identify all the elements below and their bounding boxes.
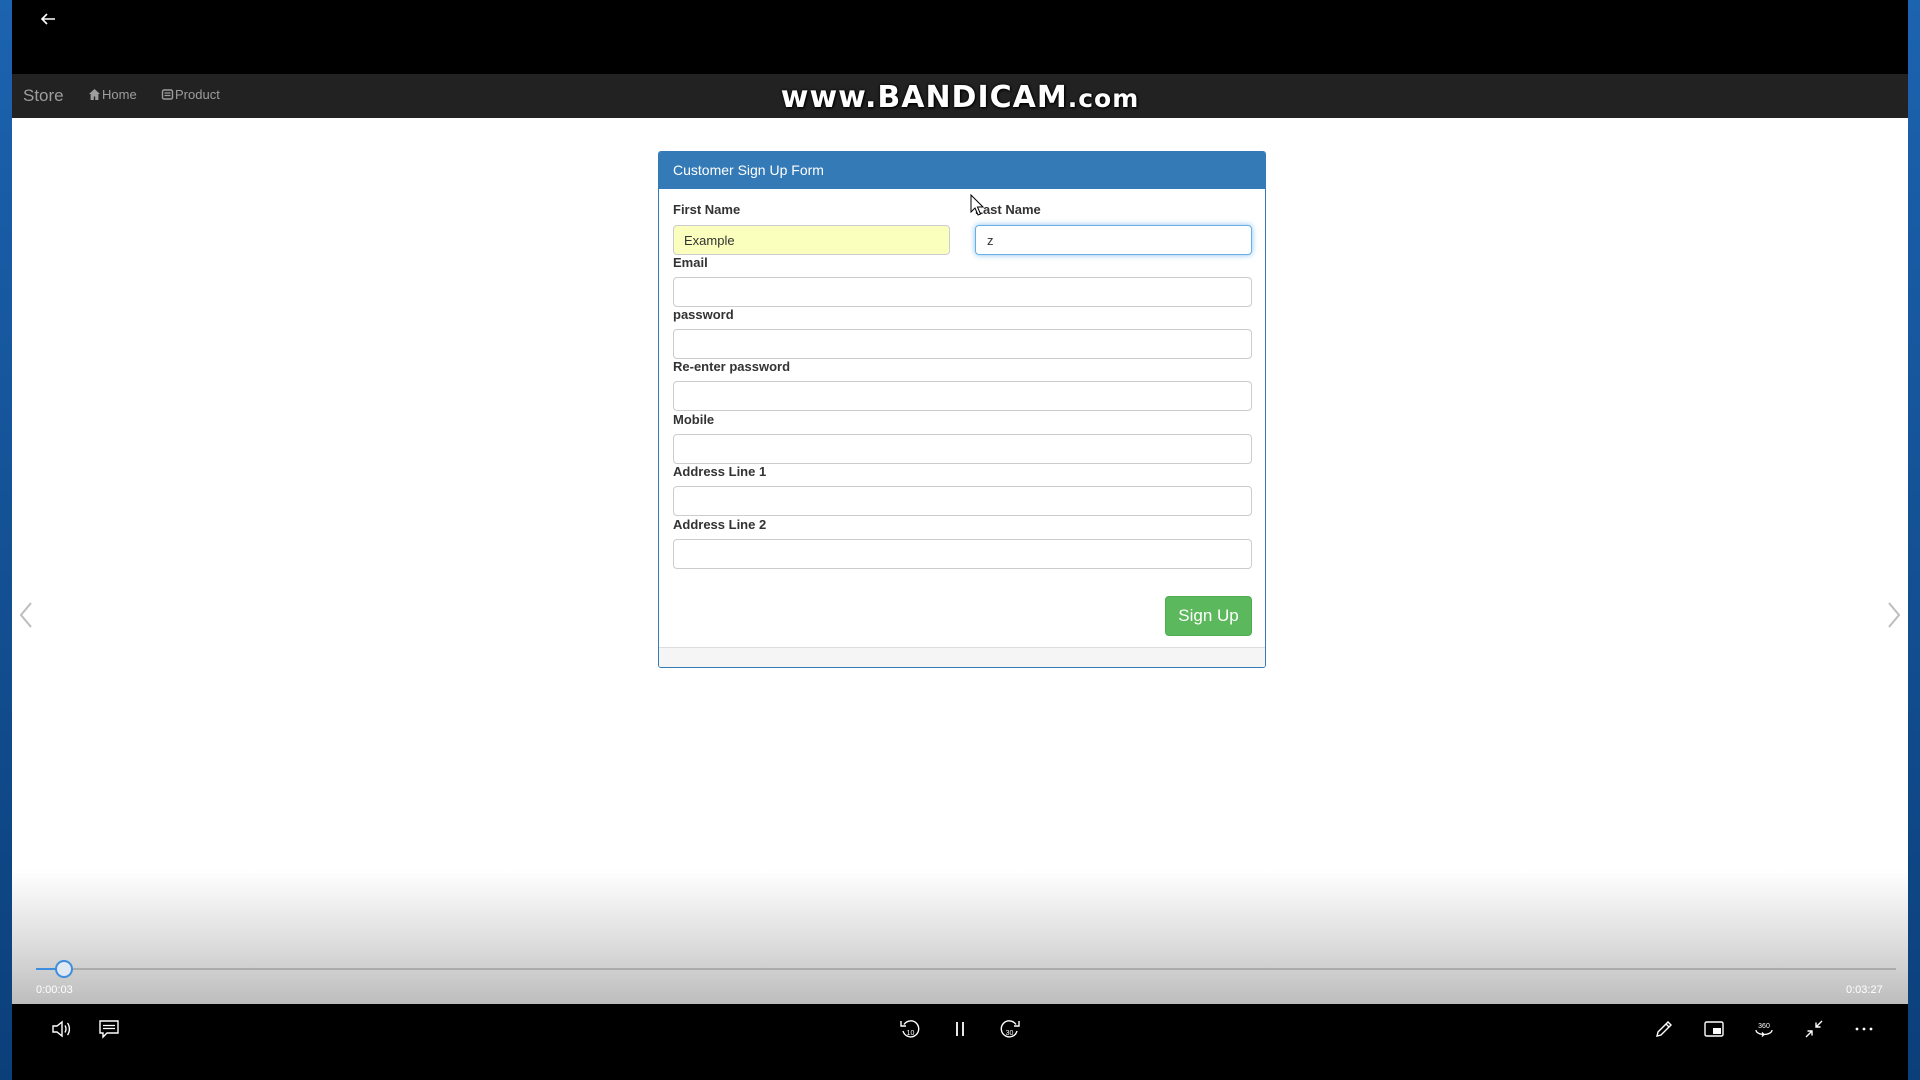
rewind-icon: 10: [900, 1020, 920, 1038]
view360-icon: 360: [1755, 1023, 1773, 1037]
more-icon: [1855, 1027, 1873, 1031]
panel-title: Customer Sign Up Form: [659, 152, 1265, 189]
subtitles-button[interactable]: [91, 1014, 127, 1044]
volume-button[interactable]: [43, 1014, 79, 1044]
pen-icon: [1656, 1021, 1672, 1037]
navbar-brand[interactable]: Store: [23, 86, 64, 106]
video-frame[interactable]: Store Home Product www.BANDICAM.com Cust…: [12, 74, 1908, 1004]
nav-link-home[interactable]: Home: [88, 87, 137, 102]
subtitles-icon: [99, 1020, 119, 1039]
rewind-button[interactable]: 10: [892, 1014, 928, 1044]
total-time: 0:03:27: [1846, 984, 1883, 996]
first-name-label: First Name: [673, 202, 741, 217]
edit-button[interactable]: [1646, 1014, 1682, 1044]
forward-amount: 30: [1006, 1030, 1014, 1037]
miniview-icon: [1704, 1021, 1724, 1037]
signup-panel: Customer Sign Up Form First Name Last Na…: [658, 151, 1266, 668]
view360-label: 360: [1758, 1023, 1770, 1030]
forward-button[interactable]: 30: [992, 1014, 1028, 1044]
nav-link-product-label: Product: [175, 87, 220, 102]
last-name-label: Last Name: [975, 202, 1041, 217]
pause-icon: [956, 1022, 964, 1036]
email-label: Email: [673, 255, 708, 270]
password-input[interactable]: [673, 329, 1252, 359]
seek-thumb[interactable]: [55, 960, 73, 978]
address1-label: Address Line 1: [673, 464, 767, 479]
product-icon: [161, 89, 174, 100]
panel-footer: [659, 647, 1265, 667]
current-time: 0:00:03: [36, 984, 73, 996]
last-name-input[interactable]: [975, 225, 1252, 255]
back-arrow-icon: [40, 13, 55, 25]
next-button[interactable]: [1882, 599, 1906, 631]
controls-gradient: [12, 870, 1908, 1004]
repassword-input[interactable]: [673, 381, 1252, 411]
address2-input[interactable]: [673, 539, 1252, 569]
first-name-input[interactable]: [673, 225, 950, 255]
nav-link-product[interactable]: Product: [161, 87, 220, 102]
recorder-watermark: www.BANDICAM.com: [780, 80, 1140, 115]
miniview-button[interactable]: [1696, 1014, 1732, 1044]
player-controls: 10 30 360: [12, 1004, 1908, 1080]
nav-link-home-label: Home: [102, 87, 137, 102]
forward-icon: 30: [1000, 1020, 1020, 1038]
volume-icon: [52, 1020, 71, 1038]
email-input[interactable]: [673, 277, 1252, 307]
chevron-left-icon: [19, 602, 32, 628]
site-navbar: Store Home Product www.BANDICAM.com: [12, 74, 1908, 118]
pause-button[interactable]: [942, 1014, 978, 1044]
previous-button[interactable]: [14, 599, 38, 631]
view360-button[interactable]: 360: [1746, 1014, 1782, 1044]
home-icon: [89, 89, 100, 100]
player-titlebar: [12, 0, 1908, 74]
watermark-main: www.BANDICAM: [780, 80, 1068, 115]
mobile-input[interactable]: [673, 434, 1252, 464]
signup-button[interactable]: Sign Up: [1165, 596, 1252, 636]
back-button[interactable]: [26, 2, 70, 36]
chevron-right-icon: [1888, 602, 1901, 628]
address2-label: Address Line 2: [673, 517, 767, 532]
mouse-cursor-icon: [970, 194, 984, 216]
media-player-window: Store Home Product www.BANDICAM.com Cust…: [12, 0, 1908, 1080]
watermark-domain: .com: [1067, 84, 1140, 113]
repassword-label: Re-enter password: [673, 359, 791, 374]
password-label: password: [673, 307, 734, 322]
seek-bar[interactable]: [36, 968, 1896, 970]
rewind-amount: 10: [907, 1030, 915, 1037]
more-options-button[interactable]: [1846, 1014, 1882, 1044]
mobile-label: Mobile: [673, 412, 715, 427]
exit-fullscreen-button[interactable]: [1796, 1014, 1832, 1044]
exit-fullscreen-icon: [1805, 1020, 1823, 1038]
address1-input[interactable]: [673, 486, 1252, 516]
